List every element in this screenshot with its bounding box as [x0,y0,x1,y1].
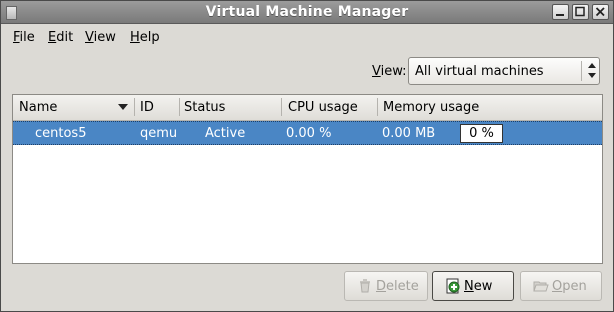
vm-cpu-usage: 0.00 % [286,126,332,141]
table-header: Name ID Status CPU usage Memory usage [13,95,602,121]
table-row[interactable]: centos5 qemu Active 0.00 % 0.00 MB 0 % [13,121,602,145]
minimize-icon [556,14,564,16]
trash-icon [360,279,370,293]
vm-id: qemu [140,126,178,141]
menu-edit[interactable]: Edit [48,30,73,45]
new-button-label: New [464,279,493,294]
new-button[interactable]: New [432,271,514,301]
close-icon [595,7,605,17]
vm-status: Active [205,126,246,141]
delete-button-label: Delete [376,279,419,294]
column-header-id[interactable]: ID [140,100,154,116]
vm-memory-usage: 0.00 MB [382,126,436,141]
window-title: Virtual Machine Manager [205,4,409,20]
folder-open-icon [533,281,549,292]
column-header-memory[interactable]: Memory usage [383,100,479,116]
maximize-icon [575,6,585,17]
view-filter-select[interactable]: All virtual machines [408,57,600,85]
maximize-button[interactable] [572,4,589,20]
menu-bar: File Edit View Help [1,25,613,49]
close-button[interactable] [592,4,609,20]
new-vm-icon [446,278,460,294]
vm-name: centos5 [35,126,87,141]
column-divider[interactable] [377,98,378,116]
minimize-button[interactable] [552,4,569,20]
view-filter-value: All virtual machines [415,64,544,79]
open-button-label: Open [552,279,587,294]
vm-list-table[interactable]: Name ID Status CPU usage Memory usage ce… [12,94,603,264]
column-divider[interactable] [281,98,282,116]
menu-view[interactable]: View [85,30,116,45]
column-header-status[interactable]: Status [184,100,225,116]
select-separator [581,61,582,81]
column-header-cpu[interactable]: CPU usage [288,100,358,116]
memory-usage-bar: 0 % [460,124,503,143]
sort-descending-icon [118,104,128,110]
column-header-name[interactable]: Name [19,100,57,116]
open-button[interactable]: Open [520,271,602,301]
menu-file[interactable]: File [13,30,35,45]
column-divider[interactable] [179,98,180,116]
view-filter-label: View: [372,64,407,79]
updown-arrows-icon [588,63,596,78]
column-divider[interactable] [134,98,135,116]
menu-help[interactable]: Help [130,30,160,45]
title-bar[interactable]: Virtual Machine Manager [1,1,613,24]
main-window: Virtual Machine Manager File Edit View H… [0,0,614,312]
delete-button[interactable]: Delete [344,271,428,301]
